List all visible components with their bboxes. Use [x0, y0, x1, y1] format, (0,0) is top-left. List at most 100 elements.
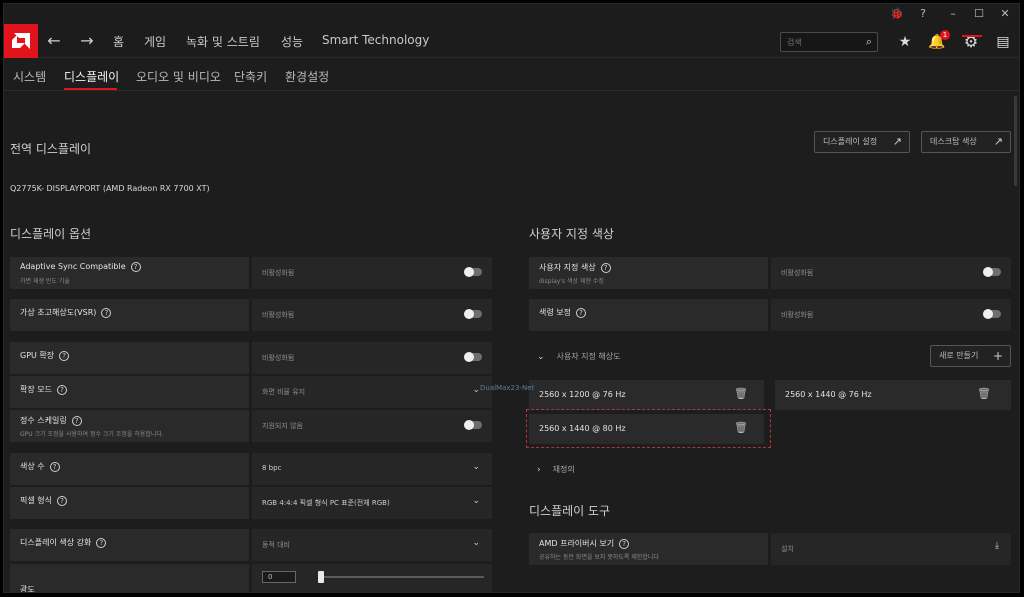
brightness-slider-track[interactable]: [318, 576, 484, 578]
amd-logo[interactable]: [4, 24, 38, 58]
tab-hotkeys[interactable]: 단축키: [234, 68, 267, 85]
brightness-slider-thumb[interactable]: [318, 571, 324, 583]
close-button[interactable]: ✕: [994, 6, 1016, 22]
help-icon[interactable]: ?: [96, 538, 107, 548]
row-label: 디스플레이 색상 강화?: [10, 529, 249, 561]
custom-color-row: 사용자 지정 색상? display's 색상 재현 수정 비활성화됨: [529, 257, 1011, 289]
nav-record-stream[interactable]: 녹화 및 스트림: [186, 33, 260, 50]
custom-resolution-expander[interactable]: ⌄ 사용자 지정 해상도: [537, 351, 621, 362]
tab-audio-video[interactable]: 오디오 및 비디오: [136, 68, 221, 85]
scaling-mode-value: 화면 비율 유지: [262, 388, 306, 396]
tab-display[interactable]: 디스플레이: [64, 68, 119, 85]
download-icon: ⤓: [995, 541, 999, 551]
desktop-color-button[interactable]: 데스크탑 색상 ↗: [921, 131, 1011, 153]
resolution-card[interactable]: 2560 x 1200 @ 76 Hz 🗑: [529, 380, 764, 410]
search-input[interactable]: [787, 36, 857, 49]
privacy-install-button[interactable]: 설치 ⤓: [771, 533, 1011, 565]
chevron-right-icon: ›: [537, 465, 541, 475]
resolution-label: 2560 x 1440 @ 76 Hz: [785, 390, 872, 399]
scaling-mode-dropdown[interactable]: 화면 비율 유지 ⌄: [252, 376, 492, 408]
forward-arrow-icon[interactable]: →: [78, 31, 96, 51]
new-resolution-button[interactable]: 새로 만들기 +: [930, 345, 1011, 367]
color-depth-row: 색상 수? 8 bpc ⌄: [10, 453, 492, 485]
pixel-format-value: RGB 4:4:4 픽셀 형식 PC 표준(전체 RGB): [262, 499, 390, 507]
nav-home[interactable]: 홈: [113, 33, 124, 50]
help-icon[interactable]: ?: [101, 308, 112, 318]
row-label: GPU 확장?: [10, 342, 249, 374]
resolution-label: 2560 x 1200 @ 76 Hz: [539, 390, 626, 399]
color-correction-toggle[interactable]: [983, 309, 1001, 319]
display-settings-label: 디스플레이 설정: [823, 137, 878, 146]
maximize-button[interactable]: ☐: [968, 6, 990, 22]
adaptive-sync-state: 비활성화됨: [262, 269, 295, 277]
scaling-mode-row: 확장 모드? 화면 비율 유지 ⌄: [10, 376, 492, 408]
row-label-text: 정수 스케일링?: [20, 415, 82, 426]
help-icon[interactable]: ?: [619, 539, 630, 549]
adaptive-sync-row: Adaptive Sync Compatible? 가변 재생 빈도 기술 비활…: [10, 257, 492, 289]
help-icon[interactable]: ?: [575, 308, 586, 318]
vsr-toggle[interactable]: [464, 309, 482, 319]
display-settings-button[interactable]: 디스플레이 설정 ↗: [814, 131, 910, 153]
color-correction-state: 비활성화됨: [781, 311, 814, 319]
new-resolution-label: 새로 만들기: [939, 351, 979, 360]
nav-games[interactable]: 게임: [144, 33, 166, 50]
adaptive-sync-toggle[interactable]: [464, 267, 482, 277]
gpu-scaling-toggle[interactable]: [464, 352, 482, 362]
help-icon[interactable]: ?: [600, 263, 611, 273]
color-correction-row: 색령 보정? 비활성화됨: [529, 299, 1011, 331]
row-value: 비활성화됨: [252, 299, 492, 331]
scrollbar[interactable]: [1014, 96, 1017, 186]
integer-scaling-toggle[interactable]: [464, 420, 482, 430]
nav-performance[interactable]: 성능: [281, 33, 303, 50]
brightness-value-input[interactable]: 0: [262, 571, 296, 583]
pixel-format-dropdown[interactable]: RGB 4:4:4 픽셀 형식 PC 표준(전체 RGB) ⌄: [252, 487, 492, 519]
color-depth-dropdown[interactable]: 8 bpc ⌄: [252, 453, 492, 485]
brightness-label: 광도: [20, 585, 35, 593]
star-icon[interactable]: ★: [894, 31, 916, 53]
display-device-name: Q2775K- DISPLAYPORT (AMD Radeon RX 7700 …: [10, 184, 210, 193]
help-icon[interactable]: ?: [49, 462, 60, 472]
row-label-text: GPU 확장?: [20, 350, 70, 361]
display-settings-content: 전역 디스플레이 디스플레이 설정 ↗ 데스크탑 색상 ↗ Q2775K- DI…: [4, 92, 1019, 593]
row-label-text: 색령 보정?: [539, 307, 586, 318]
resolution-card[interactable]: 2560 x 1440 @ 76 Hz 🗑: [775, 380, 1011, 410]
settings-tabs: 시스템 디스플레이 오디오 및 비디오 단축키 환경설정: [4, 59, 1019, 91]
back-arrow-icon[interactable]: ←: [45, 31, 63, 51]
top-navigation: ← → 홈 게임 녹화 및 스트림 성능 Smart Technology ⌕ …: [4, 24, 1019, 58]
chevron-down-icon: ⌄: [472, 462, 480, 472]
bug-icon[interactable]: 🐞: [886, 6, 908, 22]
adaptive-sync-label: Adaptive Sync Compatible: [20, 262, 126, 271]
search-box[interactable]: ⌕: [780, 32, 878, 52]
layout-icon[interactable]: ▤: [992, 31, 1014, 53]
help-icon[interactable]: ?: [56, 496, 67, 506]
chevron-down-icon: ⌄: [472, 538, 480, 548]
minimize-button[interactable]: –: [942, 6, 964, 22]
gpu-scaling-state: 비활성화됨: [262, 354, 295, 362]
override-expander[interactable]: › 재정의: [537, 464, 575, 475]
notification-badge: 1: [940, 30, 950, 40]
row-label: 확장 모드?: [10, 376, 249, 408]
help-icon[interactable]: ?: [59, 351, 70, 361]
color-enhancement-label: 디스플레이 색상 강화: [20, 538, 92, 547]
help-icon[interactable]: ?: [912, 6, 934, 22]
tab-preferences[interactable]: 환경설정: [285, 68, 329, 85]
trash-icon[interactable]: 🗑: [977, 387, 991, 400]
custom-color-description: display's 색상 재현 수정: [539, 278, 604, 285]
external-link-icon: ↗: [993, 135, 1003, 148]
nav-smart-technology[interactable]: Smart Technology: [322, 33, 429, 47]
custom-color-toggle[interactable]: [983, 267, 1001, 277]
help-icon[interactable]: ?: [71, 416, 82, 426]
search-icon[interactable]: ⌕: [866, 35, 872, 49]
external-link-icon: ↗: [892, 135, 902, 148]
tab-system[interactable]: 시스템: [13, 68, 46, 85]
row-label: AMD 프라이버시 보기? 공유하는 동안 화면을 보지 못하도록 제한합니다: [529, 533, 768, 565]
row-value: 비활성화됨: [771, 299, 1011, 331]
row-value: 0: [252, 564, 492, 592]
global-display-title: 전역 디스플레이: [10, 142, 92, 156]
trash-icon[interactable]: 🗑: [734, 387, 748, 400]
color-enhancement-dropdown[interactable]: 동적 대비 ⌄: [252, 529, 492, 561]
row-label: 정수 스케일링? GPU 크기 조정을 사용하여 정수 크기 조정을 허용합니다…: [10, 410, 249, 442]
help-icon[interactable]: ?: [56, 385, 67, 395]
row-label-text: 가상 초고해상도(VSR)?: [20, 307, 112, 318]
help-icon[interactable]: ?: [130, 262, 141, 272]
